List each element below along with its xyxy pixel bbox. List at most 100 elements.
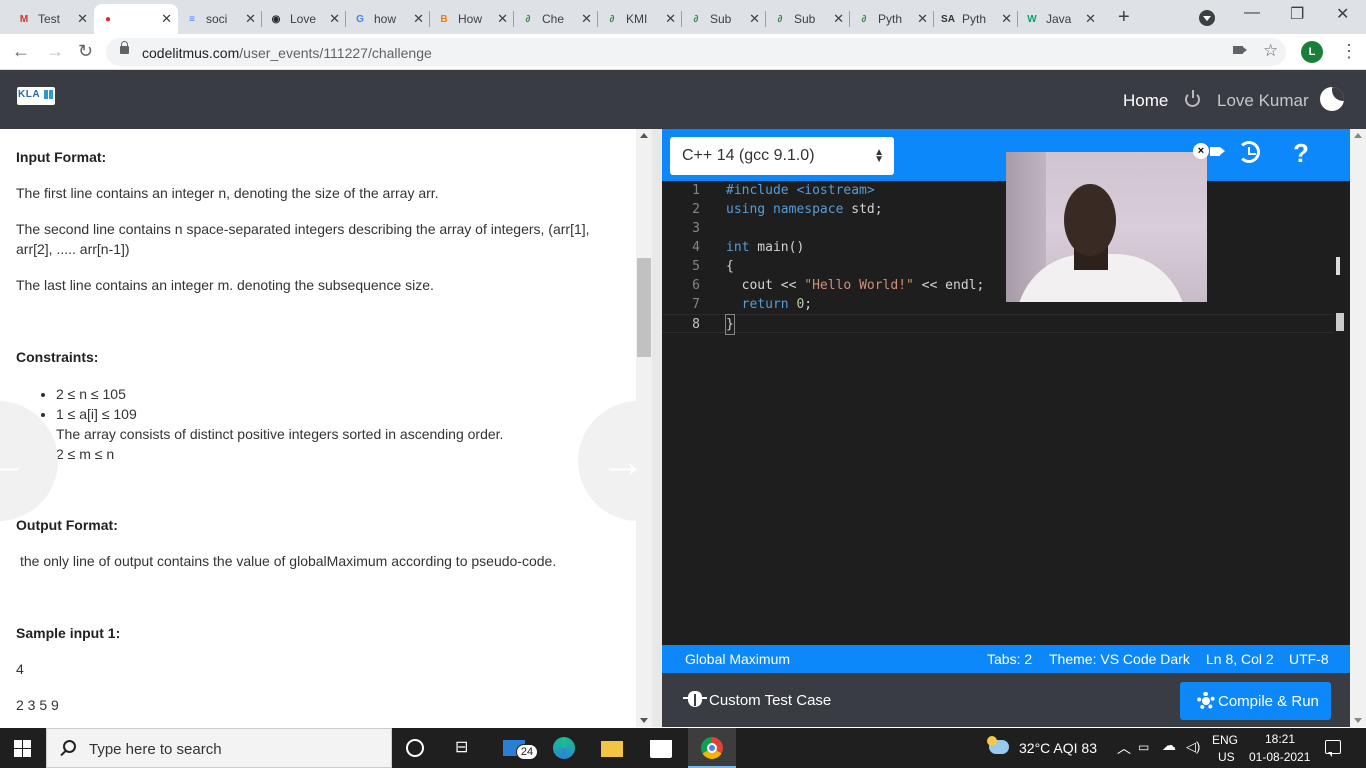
sa-icon: SA [941, 13, 955, 25]
task-view-icon[interactable]: ⊟ [455, 737, 477, 759]
close-tab-icon[interactable]: ✕ [413, 11, 424, 27]
code-line[interactable]: 1 #include <iostream> [662, 181, 1334, 200]
browser-tab[interactable]: SA Pyth ✕ [934, 4, 1018, 34]
battery-icon[interactable]: ▭ [1138, 740, 1149, 754]
close-tab-icon[interactable]: ✕ [1001, 11, 1012, 27]
file-explorer-icon[interactable] [601, 741, 623, 757]
language-bottom[interactable]: US [1218, 750, 1235, 764]
browser-tab[interactable]: ≡ soci ✕ [178, 4, 262, 34]
chrome-taskbar-button[interactable] [688, 728, 736, 768]
editor-panel: C++ 14 (gcc 9.1.0) ▲ ▼ ? 1 #include <iost… [662, 129, 1350, 727]
code-line[interactable]: 7 return 0; [662, 295, 1334, 314]
tab-title: soci [206, 12, 228, 26]
bookmark-star-icon[interactable]: ☆ [1263, 41, 1278, 61]
close-tab-icon[interactable]: ✕ [581, 11, 592, 27]
browser-menu-icon[interactable]: ⋮ [1340, 41, 1358, 62]
cortana-icon[interactable] [406, 739, 424, 757]
close-tab-icon[interactable]: ✕ [917, 11, 928, 27]
user-name[interactable]: Love Kumar [1217, 91, 1309, 111]
browser-tab[interactable]: B How ✕ [430, 4, 514, 34]
back-button[interactable]: ← [12, 41, 30, 62]
compile-run-button[interactable]: Compile & Run [1180, 682, 1331, 720]
tab-search-icon[interactable] [1199, 10, 1215, 26]
minimize-button[interactable]: — [1244, 4, 1260, 22]
restore-button[interactable]: ❐ [1290, 4, 1304, 24]
scroll-down-icon[interactable] [1354, 718, 1362, 723]
code-line-current[interactable]: 8 } [662, 314, 1334, 335]
close-tab-icon[interactable]: ✕ [77, 11, 88, 27]
volume-icon[interactable]: ◁) [1186, 739, 1200, 755]
code-editor[interactable]: 1 #include <iostream> 2 using namespace … [662, 181, 1334, 645]
tab-title: Love [290, 12, 317, 26]
browser-tab[interactable]: ● ✕ [94, 4, 178, 34]
close-tab-icon[interactable]: ✕ [245, 11, 256, 27]
close-tab-icon[interactable]: ✕ [833, 11, 844, 27]
webcam-close-icon[interactable]: × [1193, 143, 1209, 159]
lock-icon[interactable] [120, 41, 129, 54]
camera-in-use-icon[interactable] [1233, 46, 1247, 54]
language-select[interactable]: C++ 14 (gcc 9.1.0) ▲ ▼ [670, 137, 894, 175]
code-line[interactable]: 4 int main() [662, 238, 1334, 257]
geeksforgeeks-icon: ∂ [693, 13, 699, 25]
scroll-up-icon[interactable] [640, 133, 648, 138]
browser-tab[interactable]: ◉ Love ✕ [262, 4, 346, 34]
tab-title: Pyth [962, 12, 987, 26]
clock-date[interactable]: 01-08-2021 [1249, 750, 1310, 764]
url-text[interactable]: codelitmus.com/user_events/111227/challe… [142, 45, 432, 61]
code-line[interactable]: 5 { [662, 257, 1334, 276]
clock-time[interactable]: 18:21 [1265, 732, 1295, 746]
reload-button[interactable]: ↻ [78, 41, 93, 62]
edge-icon[interactable] [553, 737, 575, 759]
scroll-down-icon[interactable] [640, 718, 648, 723]
address-bar[interactable]: codelitmus.com/user_events/111227/challe… [106, 38, 1286, 66]
new-tab-button[interactable]: + [1118, 6, 1130, 29]
close-tab-icon[interactable]: ✕ [497, 11, 508, 27]
webcam-toggle-icon[interactable] [1210, 147, 1225, 156]
windows-start-icon[interactable] [14, 740, 31, 757]
github-icon: ● [104, 13, 112, 25]
taskbar-search-box[interactable]: Type here to search [46, 728, 392, 768]
close-tab-icon[interactable]: ✕ [161, 11, 172, 27]
weather-text[interactable]: 32°C AQI 83 [1019, 740, 1097, 756]
custom-test-case-button[interactable]: Custom Test Case [709, 692, 831, 709]
profile-avatar[interactable]: L [1301, 41, 1323, 63]
browser-tab[interactable]: M Test ✕ [10, 4, 94, 34]
close-window-button[interactable]: ✕ [1336, 4, 1349, 24]
nav-home-link[interactable]: Home [1123, 91, 1168, 111]
browser-tab[interactable]: ∂ Sub ✕ [766, 4, 850, 34]
close-tab-icon[interactable]: ✕ [749, 11, 760, 27]
panel-splitter[interactable] [652, 129, 662, 727]
logout-power-icon[interactable] [1185, 90, 1200, 107]
browser-tab[interactable]: W Java ✕ [1018, 4, 1102, 34]
tab-size-status[interactable]: Tabs: 2 [987, 651, 1032, 667]
browser-tab[interactable]: ∂ Sub ✕ [682, 4, 766, 34]
tray-chevron-icon[interactable]: ︿ [1117, 738, 1131, 758]
close-tab-icon[interactable]: ✕ [329, 11, 340, 27]
browser-tab[interactable]: ∂ KMI ✕ [598, 4, 682, 34]
scrollbar-thumb[interactable] [637, 258, 651, 357]
problem-scrollbar[interactable] [636, 129, 652, 727]
forward-button[interactable]: → [46, 41, 64, 62]
code-line[interactable]: 2 using namespace std; [662, 200, 1334, 219]
scroll-up-icon[interactable] [1354, 133, 1362, 138]
theme-status[interactable]: Theme: VS Code Dark [1049, 651, 1190, 667]
sample-input-heading: Sample input 1: [16, 625, 121, 641]
weather-icon[interactable] [987, 736, 1009, 754]
previous-arrow-icon[interactable]: ← [0, 401, 58, 521]
language-top[interactable]: ENG [1212, 733, 1238, 747]
close-tab-icon[interactable]: ✕ [665, 11, 676, 27]
notification-icon[interactable] [1325, 740, 1341, 757]
store-icon[interactable] [650, 740, 672, 758]
close-tab-icon[interactable]: ✕ [1085, 11, 1096, 27]
browser-tab[interactable]: ∂ Che ✕ [514, 4, 598, 34]
history-icon[interactable] [1238, 141, 1260, 163]
help-icon[interactable]: ? [1293, 138, 1309, 169]
dark-mode-moon-icon[interactable] [1320, 87, 1344, 111]
kla-logo[interactable]: KLA [17, 87, 55, 105]
onedrive-cloud-icon[interactable]: ☁ [1162, 737, 1176, 754]
browser-tab[interactable]: Ghow ✕ [346, 4, 430, 34]
browser-tab[interactable]: ∂ Pyth ✕ [850, 4, 934, 34]
page-scrollbar[interactable] [1350, 129, 1366, 727]
code-line[interactable]: 3 [662, 219, 1334, 238]
code-line[interactable]: 6 cout << "Hello World!" << endl; [662, 276, 1334, 295]
